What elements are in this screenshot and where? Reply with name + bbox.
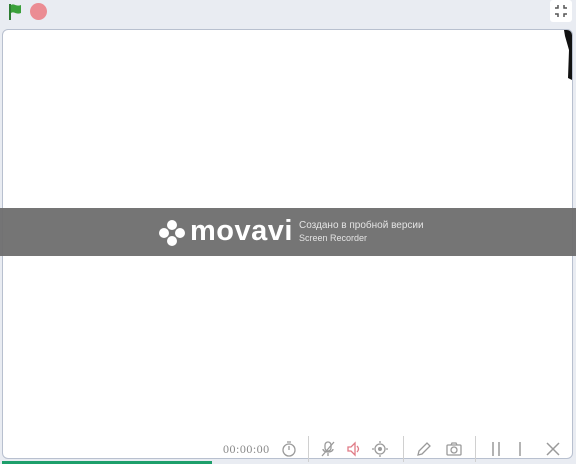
stage-header xyxy=(0,0,576,24)
exit-fullscreen-icon xyxy=(555,5,567,17)
close-icon[interactable] xyxy=(544,440,562,458)
toolbar-separator xyxy=(308,436,309,462)
exit-fullscreen-button[interactable] xyxy=(550,0,572,22)
timer-icon[interactable] xyxy=(280,440,298,458)
green-flag-icon[interactable] xyxy=(6,3,24,21)
sprite-fragment xyxy=(564,30,572,80)
movavi-wordmark: movavi xyxy=(190,215,293,247)
recording-timer: 00:00:00 xyxy=(223,442,270,456)
watermark-trial-text: Создано в пробной версии xyxy=(299,220,424,231)
movavi-logo-icon xyxy=(159,220,185,246)
recorder-toolbar: 00:00:00 xyxy=(208,434,576,464)
stop-icon[interactable] xyxy=(30,3,47,20)
webcam-settings-icon[interactable] xyxy=(371,440,389,458)
movavi-watermark: movavi Создано в пробной версии Screen R… xyxy=(0,208,576,256)
screenshot-camera-icon[interactable] xyxy=(445,440,463,458)
speaker-muted-icon[interactable] xyxy=(345,440,363,458)
microphone-off-icon[interactable] xyxy=(319,440,337,458)
watermark-product-text: Screen Recorder xyxy=(299,233,368,243)
pause-icon[interactable] xyxy=(487,440,505,458)
pencil-draw-icon[interactable] xyxy=(415,440,433,458)
toolbar-separator xyxy=(475,436,476,462)
toolbar-separator xyxy=(403,436,404,462)
stop-recording-icon[interactable] xyxy=(511,440,529,458)
